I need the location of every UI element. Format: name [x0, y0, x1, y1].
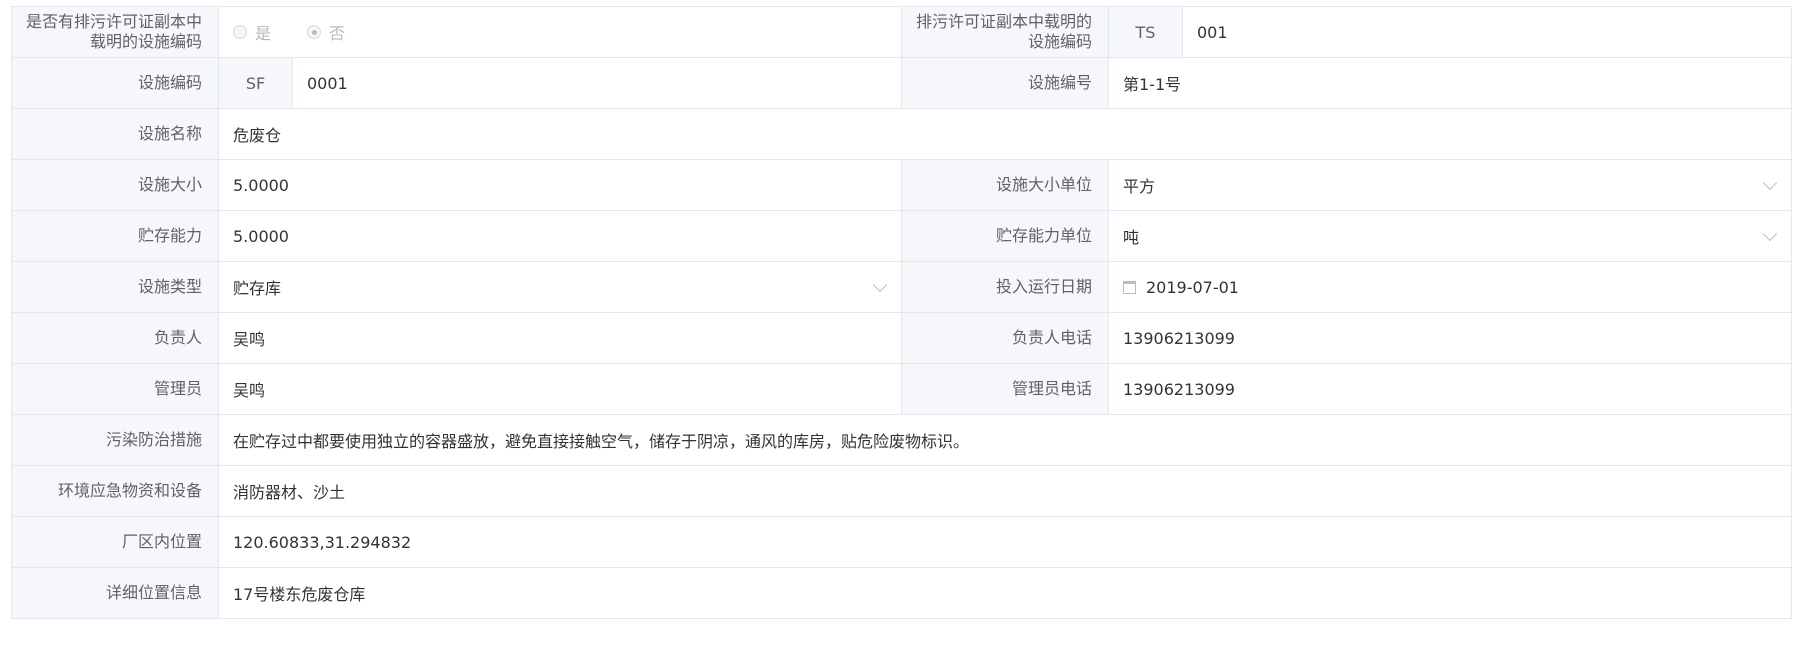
radio-yes-circle-icon — [233, 25, 247, 39]
facility-form: 是否有排污许可证副本中载明的设施编码 是 否 排污许可证副本中载明的设施编码 T… — [11, 6, 1792, 619]
chevron-down-icon — [872, 277, 888, 293]
facility-code-prefix: SF — [219, 58, 293, 108]
location-field[interactable]: 120.60833,31.294832 — [219, 517, 1792, 567]
admin-phone-field[interactable]: 13906213099 — [1109, 364, 1792, 414]
owner-phone-field[interactable]: 13906213099 — [1109, 313, 1792, 363]
permit-radio-group: 是 否 — [233, 20, 381, 44]
permit-code-field[interactable]: TS 001 — [1109, 7, 1792, 57]
chevron-down-icon — [1762, 175, 1778, 191]
row-location: 厂区内位置 120.60833,31.294832 — [12, 517, 1792, 568]
row-facility-code: 设施编码 SF 0001 设施编号 第1-1号 — [12, 58, 1792, 109]
permit-code-prefix: TS — [1109, 7, 1183, 57]
radio-yes-label: 是 — [255, 24, 272, 43]
facility-number-field[interactable]: 第1-1号 — [1109, 58, 1792, 108]
permit-question-label: 是否有排污许可证副本中载明的设施编码 — [12, 7, 219, 57]
size-unit-label: 设施大小单位 — [902, 160, 1109, 210]
facility-type-value: 贮存库 — [233, 279, 282, 298]
permit-code-label: 排污许可证副本中载明的设施编码 — [902, 7, 1109, 57]
location-label: 厂区内位置 — [12, 517, 219, 567]
row-emergency: 环境应急物资和设备 消防器材、沙土 — [12, 466, 1792, 517]
facility-type-select[interactable]: 贮存库 — [219, 262, 902, 312]
row-detail: 详细位置信息 17号楼东危废仓库 — [12, 568, 1792, 619]
row-owner: 负责人 吴鸣 负责人电话 13906213099 — [12, 313, 1792, 364]
admin-label: 管理员 — [12, 364, 219, 414]
row-permit-code: 是否有排污许可证副本中载明的设施编码 是 否 排污许可证副本中载明的设施编码 T… — [12, 7, 1792, 58]
facility-code-field[interactable]: SF 0001 — [219, 58, 902, 108]
owner-label: 负责人 — [12, 313, 219, 363]
capacity-unit-select[interactable]: 吨 — [1109, 211, 1792, 261]
size-unit-select[interactable]: 平方 — [1109, 160, 1792, 210]
admin-phone-label: 管理员电话 — [902, 364, 1109, 414]
admin-field[interactable]: 吴鸣 — [219, 364, 902, 414]
row-facility-name: 设施名称 危废仓 — [12, 109, 1792, 160]
facility-code-value: 0001 — [307, 73, 348, 93]
operation-date-picker[interactable]: 2019-07-01 — [1109, 262, 1792, 312]
capacity-unit-value: 吨 — [1123, 228, 1140, 247]
row-facility-size: 设施大小 5.0000 设施大小单位 平方 — [12, 160, 1792, 211]
emergency-label: 环境应急物资和设备 — [12, 466, 219, 516]
row-measures: 污染防治措施 在贮存过中都要使用独立的容器盛放，避免直接接触空气，储存于阴凉，通… — [12, 415, 1792, 466]
capacity-unit-label: 贮存能力单位 — [902, 211, 1109, 261]
capacity-field[interactable]: 5.0000 — [219, 211, 902, 261]
measures-label: 污染防治措施 — [12, 415, 219, 465]
operation-date-value: 2019-07-01 — [1146, 277, 1239, 297]
calendar-icon — [1123, 280, 1136, 294]
chevron-down-icon — [1762, 226, 1778, 242]
row-type-date: 设施类型 贮存库 投入运行日期 2019-07-01 — [12, 262, 1792, 313]
radio-no[interactable]: 否 — [307, 20, 345, 44]
facility-size-field[interactable]: 5.0000 — [219, 160, 902, 210]
size-unit-value: 平方 — [1123, 177, 1156, 196]
facility-type-label: 设施类型 — [12, 262, 219, 312]
operation-date-label: 投入运行日期 — [902, 262, 1109, 312]
radio-yes[interactable]: 是 — [233, 20, 271, 44]
detail-label: 详细位置信息 — [12, 568, 219, 618]
capacity-label: 贮存能力 — [12, 211, 219, 261]
row-capacity: 贮存能力 5.0000 贮存能力单位 吨 — [12, 211, 1792, 262]
owner-phone-label: 负责人电话 — [902, 313, 1109, 363]
permit-radio-cell: 是 否 — [219, 7, 902, 57]
radio-no-label: 否 — [329, 24, 346, 43]
emergency-field[interactable]: 消防器材、沙土 — [219, 466, 1792, 516]
measures-field[interactable]: 在贮存过中都要使用独立的容器盛放，避免直接接触空气，储存于阴凉，通风的库房，贴危… — [219, 415, 1792, 465]
radio-no-checked-icon — [307, 25, 322, 39]
facility-name-label: 设施名称 — [12, 109, 219, 159]
permit-code-value: 001 — [1197, 22, 1228, 42]
facility-number-label: 设施编号 — [902, 58, 1109, 108]
detail-field[interactable]: 17号楼东危废仓库 — [219, 568, 1792, 618]
owner-field[interactable]: 吴鸣 — [219, 313, 902, 363]
facility-code-label: 设施编码 — [12, 58, 219, 108]
facility-name-field[interactable]: 危废仓 — [219, 109, 1792, 159]
row-admin: 管理员 吴鸣 管理员电话 13906213099 — [12, 364, 1792, 415]
facility-size-label: 设施大小 — [12, 160, 219, 210]
